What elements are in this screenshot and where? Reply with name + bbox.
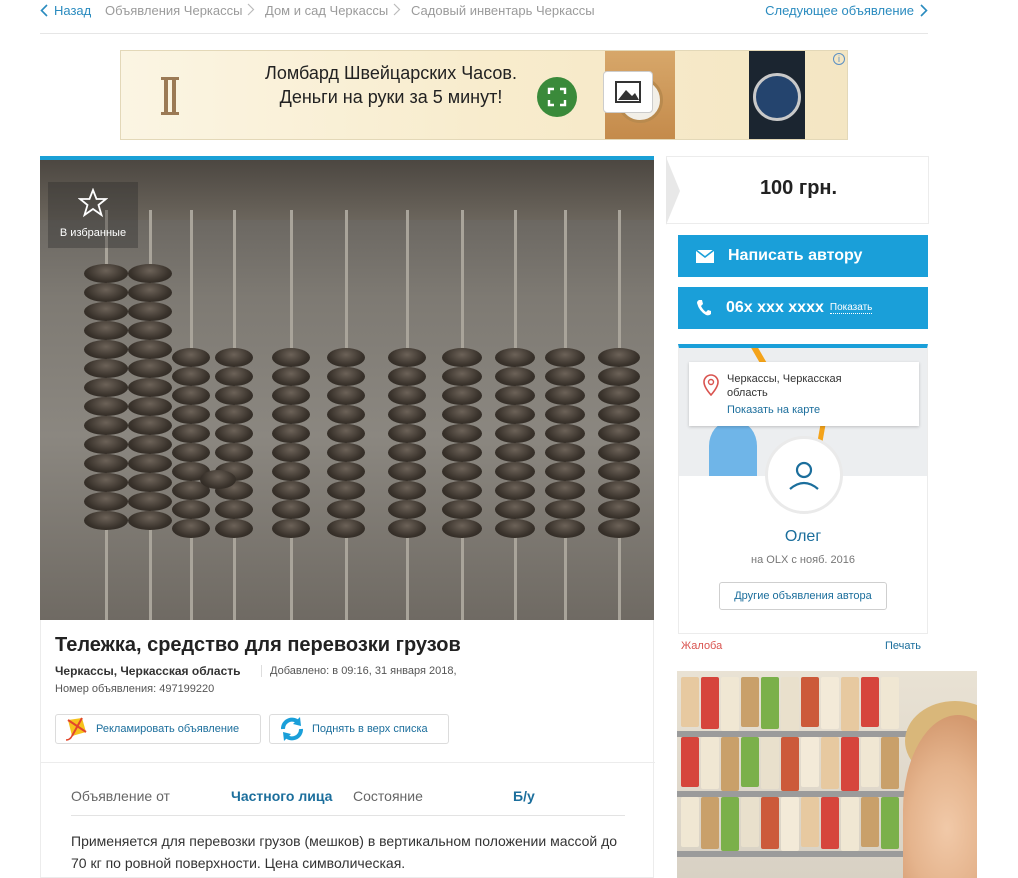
phone-number: 06x xxx xxxx <box>726 299 824 316</box>
promote-button[interactable]: Рекламировать объявление <box>55 714 261 744</box>
kite-icon <box>65 717 87 741</box>
back-link[interactable]: Назад <box>40 3 91 18</box>
chevron-right-icon <box>247 3 255 16</box>
chevron-right-icon <box>920 4 928 17</box>
banner-text: Ломбард Швейцарских Часов. Деньги на рук… <box>265 63 517 107</box>
expand-icon[interactable] <box>537 77 577 117</box>
breadcrumb-item-home-garden[interactable]: Дом и сад Черкассы <box>265 3 388 18</box>
ad-title: Тележка, средство для перевозки грузов <box>55 634 461 656</box>
envelope-icon <box>696 249 714 263</box>
breadcrumb: Назад Объявления Черкассы Дом и сад Черк… <box>40 0 928 34</box>
ad-number: Номер объявления: 497199220 <box>55 683 215 695</box>
other-ads-button[interactable]: Другие объявления автора <box>719 582 887 610</box>
next-ad-label: Следующее объявление <box>765 3 914 18</box>
refresh-icon <box>281 717 303 741</box>
image-placeholder-icon <box>603 71 653 113</box>
next-ad-link[interactable]: Следующее объявление <box>765 3 928 18</box>
seller-name[interactable]: Олег <box>679 528 927 546</box>
ad-location[interactable]: Черкассы, Черкасская область <box>55 664 241 678</box>
favorite-button[interactable]: В избранные <box>48 182 138 248</box>
complain-link[interactable]: Жалоба <box>681 640 722 652</box>
ad-details: Тележка, средство для перевозки грузов Ч… <box>40 620 655 878</box>
seller-since: на OLX с нояб. 2016 <box>751 554 855 566</box>
breadcrumb-item-garden-tools[interactable]: Садовый инвентарь Черкассы <box>411 3 595 18</box>
show-phone-link[interactable]: Показать <box>829 302 873 314</box>
favorite-label: В избранные <box>59 227 127 239</box>
star-icon <box>77 187 109 218</box>
user-icon <box>789 461 819 490</box>
promote-label: Рекламировать объявление <box>96 723 240 735</box>
show-on-map-link[interactable]: Показать на карте <box>727 404 820 416</box>
breadcrumb-item-ads[interactable]: Объявления Черкассы <box>105 3 242 18</box>
avatar[interactable] <box>765 436 843 514</box>
chevron-right-icon <box>393 3 401 16</box>
price: 100 грн. <box>759 177 838 199</box>
prop-value-condition[interactable]: Б/у <box>513 788 535 804</box>
prop-key-condition: Состояние <box>353 788 423 804</box>
price-box: 100 грн. <box>666 156 929 225</box>
divider <box>41 762 655 763</box>
ad-description: Применяется для перевозки грузов (мешков… <box>71 833 618 871</box>
phone-icon <box>697 300 711 316</box>
brand-logo-icon <box>161 77 179 115</box>
map-address: Черкассы, Черкасская область <box>727 373 842 399</box>
ad-banner[interactable]: Ломбард Швейцарских Часов. Деньги на рук… <box>120 50 848 140</box>
print-link[interactable]: Печать <box>885 640 921 652</box>
phone-button[interactable]: 06x xxx xxxx Показать <box>678 287 928 329</box>
prop-value-offer-from[interactable]: Частного лица <box>231 788 332 804</box>
watch-image-steel <box>749 51 805 139</box>
chevron-left-icon <box>40 4 48 17</box>
ad-added-date: Добавлено: в 09:16, 31 января 2018, <box>261 665 457 677</box>
map-pin-icon <box>703 374 719 396</box>
prop-key-offer-from: Объявление от <box>71 788 170 804</box>
raise-button[interactable]: Поднять в верх списка <box>269 714 449 744</box>
ad-info-icon[interactable]: i <box>833 53 845 65</box>
seller-card: Черкассы, Черкасская область Показать на… <box>678 344 928 634</box>
raise-label: Поднять в верх списка <box>312 723 428 735</box>
map-address-card: Черкассы, Черкасская область Показать на… <box>689 362 919 426</box>
back-label: Назад <box>54 3 92 18</box>
write-author-button[interactable]: Написать автору <box>678 235 928 277</box>
side-ad-image[interactable] <box>677 671 977 878</box>
ad-properties: Объявление от Частного лица Состояние Б/… <box>71 786 625 816</box>
write-author-label: Написать автору <box>728 247 863 264</box>
